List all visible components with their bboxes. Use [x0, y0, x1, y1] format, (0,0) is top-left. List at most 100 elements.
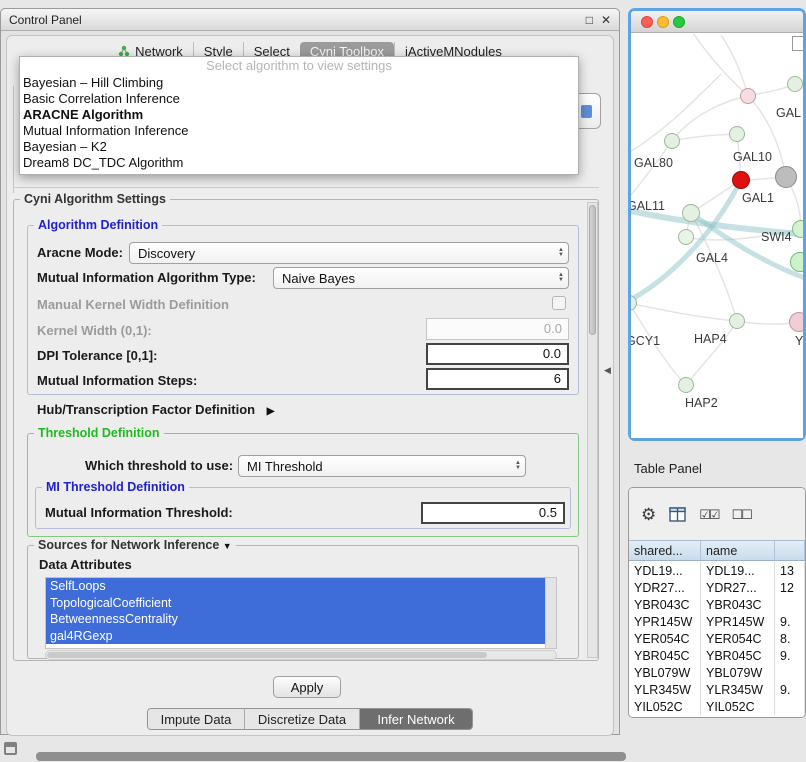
table-row[interactable]: YIL052CYIL052C — [629, 698, 805, 715]
network-node[interactable] — [729, 313, 745, 329]
node-label: Y — [795, 334, 803, 348]
algorithm-option[interactable]: Bayesian – Hill Climbing — [20, 75, 578, 91]
mi-threshold-input[interactable]: 0.5 — [421, 502, 565, 524]
control-panel-titlebar[interactable]: Control Panel □ ✕ — [1, 9, 619, 31]
table-toolbar: ⚙ ☑☑ ☐☐ — [629, 488, 805, 540]
algorithm-option[interactable]: Dream8 DC_TDC Algorithm — [20, 155, 578, 171]
column-header[interactable] — [775, 541, 805, 560]
network-node[interactable] — [792, 220, 803, 238]
manual-kernel-checkbox[interactable] — [552, 296, 566, 310]
table-row[interactable]: YDL19...YDL19...13 — [629, 562, 805, 579]
float-window-icon[interactable]: □ — [586, 13, 593, 27]
minimize-traffic-light-icon[interactable] — [657, 16, 669, 28]
network-canvas[interactable]: GALGAL80GAL10GAL11GAL1SWI4GAL4GCY1HAP4HA… — [631, 34, 803, 438]
list-horizontal-scrollbar[interactable] — [45, 650, 557, 660]
algorithm-option[interactable]: Mutual Information Inference — [20, 123, 578, 139]
table-cell: 9. — [775, 681, 805, 698]
table-cell: YLR345W — [701, 681, 775, 698]
table-row[interactable]: YBR043CYBR043C — [629, 596, 805, 613]
panel-corner-icon[interactable] — [4, 742, 17, 755]
table-cell: YDR27... — [701, 579, 775, 596]
gear-icon[interactable]: ⚙ — [641, 506, 656, 523]
cyni-algorithm-settings-group: Cyni Algorithm Settings Algorithm Defini… — [13, 199, 599, 661]
network-node[interactable] — [740, 88, 756, 104]
zoom-traffic-light-icon[interactable] — [673, 16, 685, 28]
network-window-titlebar[interactable] — [631, 11, 803, 33]
table-cell: YPR145W — [629, 613, 701, 630]
network-node[interactable] — [732, 171, 750, 189]
control-panel-window: Control Panel □ ✕ Network Style Select C… — [0, 8, 620, 735]
list-vertical-scrollbar[interactable] — [545, 578, 556, 648]
mi-steps-input[interactable]: 6 — [426, 368, 569, 390]
network-view-window[interactable]: GALGAL80GAL10GAL11GAL1SWI4GAL4GCY1HAP4HA… — [628, 8, 806, 441]
column-header[interactable]: shared... — [629, 541, 701, 560]
table-row[interactable]: YBL079WYBL079W — [629, 664, 805, 681]
overview-box[interactable] — [792, 36, 803, 51]
scrollbar-thumb[interactable] — [47, 652, 487, 658]
mi-algorithm-type-combobox[interactable]: Naive Bayes ▲▼ — [273, 267, 569, 289]
node-label: GAL80 — [634, 156, 673, 170]
attribute-list-item[interactable]: SelfLoops — [46, 578, 545, 595]
horizontal-scrollbar-thumb[interactable] — [36, 752, 626, 761]
combobox-stepper-icon: ▲▼ — [558, 248, 564, 258]
attribute-list-item[interactable]: BetweennessCentrality — [46, 611, 545, 628]
table-row[interactable]: YBR045CYBR045C9. — [629, 647, 805, 664]
attribute-list-item[interactable]: gal4RGexp — [46, 628, 545, 645]
group-title: MI Threshold Definition — [42, 480, 189, 494]
network-node[interactable] — [678, 377, 694, 393]
attribute-list-item[interactable]: TopologicalCoefficient — [46, 595, 545, 612]
table-cell: YIL052C — [629, 698, 701, 715]
table-cell: 8. — [775, 630, 805, 647]
table-row[interactable]: YER054CYER054C8. — [629, 630, 805, 647]
network-node[interactable] — [787, 76, 803, 92]
expanded-arrow-icon: ▼ — [223, 541, 232, 551]
network-node[interactable] — [678, 229, 694, 245]
data-attributes-list[interactable]: SelfLoopsTopologicalCoefficientBetweenne… — [45, 577, 557, 649]
network-node[interactable] — [664, 133, 680, 149]
table-row[interactable]: YLR345WYLR345W9. — [629, 681, 805, 698]
table-row[interactable]: YDR27...YDR27...12 — [629, 579, 805, 596]
node-label: HAP4 — [694, 332, 727, 346]
scrollbar-thumb[interactable] — [589, 205, 596, 335]
tab-infer-network[interactable]: Infer Network — [359, 709, 472, 729]
deselect-all-icon[interactable]: ☐☐ — [732, 508, 751, 521]
splitter-collapse-icon[interactable]: ◀ — [604, 365, 611, 376]
node-label: GAL11 — [631, 199, 665, 213]
hub-definition-toggle[interactable]: Hub/Transcription Factor Definition ▶ — [37, 400, 274, 420]
algorithm-option[interactable]: Bayesian – K2 — [20, 139, 578, 155]
table-cell: YBR045C — [701, 647, 775, 664]
node-label: HAP2 — [685, 396, 718, 410]
sources-group-toggle[interactable]: Sources for Network Inference ▼ — [34, 538, 236, 552]
table-row[interactable]: YPR145WYPR145W9. — [629, 613, 805, 630]
close-traffic-light-icon[interactable] — [641, 16, 653, 28]
combobox-stepper-icon: ▲▼ — [515, 461, 521, 471]
obscured-group-border — [13, 187, 599, 188]
aracne-mode-combobox[interactable]: Discovery ▲▼ — [129, 242, 569, 264]
close-icon[interactable]: ✕ — [601, 13, 611, 27]
settings-vertical-scrollbar[interactable] — [587, 202, 598, 658]
network-node[interactable] — [775, 166, 797, 188]
window-title: Control Panel — [9, 13, 82, 27]
tab-discretize-data[interactable]: Discretize Data — [244, 709, 359, 729]
tab-impute-data[interactable]: Impute Data — [148, 709, 244, 729]
table-header: shared... name — [629, 540, 805, 561]
columns-icon[interactable] — [669, 507, 686, 522]
network-node[interactable] — [682, 204, 700, 222]
apply-button[interactable]: Apply — [273, 676, 341, 698]
algorithm-option[interactable]: Basic Correlation Inference — [20, 91, 578, 107]
combobox-value: MI Threshold — [247, 459, 323, 474]
algorithm-dropdown-popup: Select algorithm to view settings Bayesi… — [19, 56, 579, 175]
network-node[interactable] — [729, 126, 745, 142]
column-header[interactable]: name — [701, 541, 775, 560]
hub-definition-label: Hub/Transcription Factor Definition — [37, 402, 255, 417]
select-all-icon[interactable]: ☑☑ — [699, 508, 718, 521]
network-node[interactable] — [789, 312, 803, 332]
settings-glyph-icon — [581, 105, 592, 118]
table-cell: YDL19... — [629, 562, 701, 579]
dpi-tolerance-input[interactable]: 0.0 — [426, 343, 569, 365]
algorithm-option[interactable]: ARACNE Algorithm — [20, 107, 578, 123]
kernel-width-input[interactable]: 0.0 — [426, 318, 569, 340]
which-threshold-combobox[interactable]: MI Threshold ▲▼ — [238, 455, 526, 477]
node-label: GAL — [776, 106, 801, 120]
network-node[interactable] — [790, 252, 803, 272]
